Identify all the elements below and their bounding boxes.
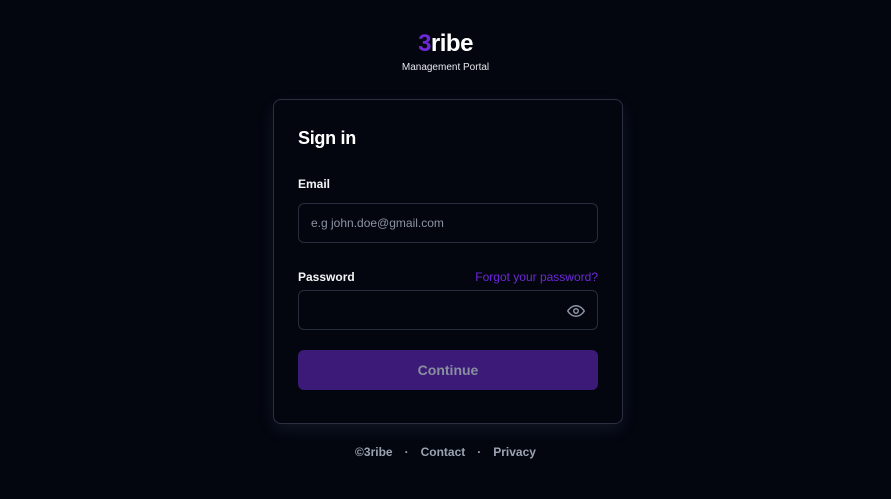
footer-separator: · — [404, 445, 409, 459]
footer-separator: · — [477, 445, 482, 459]
logo: 3ribe — [0, 30, 891, 58]
footer-contact-link[interactable]: Contact — [421, 444, 466, 460]
password-field[interactable] — [298, 290, 598, 330]
signin-title: Sign in — [298, 128, 356, 148]
forgot-password-link[interactable]: Forgot your password? — [475, 270, 598, 284]
continue-button[interactable]: Continue — [298, 350, 598, 390]
email-field[interactable]: e.g john.doe@gmail.com — [298, 203, 598, 243]
signin-card: Sign in Email e.g john.doe@gmail.com Pas… — [273, 99, 623, 424]
brand-header: 3ribe Management Portal — [0, 30, 891, 74]
login-page: 3ribe Management Portal Sign in Email e.… — [0, 0, 891, 499]
email-label: Email — [298, 177, 331, 191]
logo-text: ribe — [430, 30, 474, 57]
footer-copyright: ©3ribe — [355, 445, 393, 459]
email-placeholder: e.g john.doe@gmail.com — [311, 216, 444, 230]
password-label: Password — [298, 270, 355, 284]
logo-accent: 3 — [418, 30, 431, 57]
eye-icon[interactable] — [567, 302, 585, 320]
footer-privacy-link[interactable]: Privacy — [493, 444, 536, 460]
footer: ©3ribe · Contact · Privacy — [0, 444, 891, 460]
password-label-row: Password Forgot your password? — [298, 268, 598, 286]
portal-subtitle: Management Portal — [401, 62, 490, 73]
